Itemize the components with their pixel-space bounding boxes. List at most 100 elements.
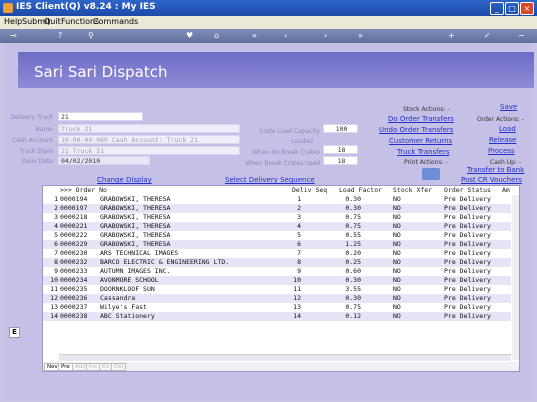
table-row[interactable]: 3 0000218 GRABOWSKI, THERESA 3 0.75 NO Pre Del… — [43, 213, 511, 222]
col-order-no[interactable]: >>> Order No — [60, 186, 107, 195]
deliv-seq-cell: 14 — [293, 312, 301, 320]
process-link[interactable]: Process — [488, 147, 515, 155]
stock-xfer-cell: NO — [393, 240, 401, 248]
row-number: 11 — [50, 285, 58, 293]
menu-quit[interactable]: Quit — [44, 17, 61, 26]
order-status-cell: Pre Delivery — [444, 276, 491, 284]
deliv-date-field[interactable]: 04/02/2010 — [58, 156, 150, 165]
when-break-crates-used-label: When Break Crates Used — [245, 160, 320, 167]
title-bar: IES Client(Q) v8.24 : My IES _ □ × — [0, 0, 537, 16]
stock-xfer-cell: NO — [393, 204, 401, 212]
table-row[interactable]: 6 0000229 GRABOWSKI, THERESA 6 1.25 NO Pre Del… — [43, 240, 511, 249]
vertical-scrollbar[interactable] — [512, 195, 519, 360]
tab-del[interactable]: Del — [111, 363, 127, 371]
printer-icon[interactable] — [422, 168, 440, 180]
save-link[interactable]: Save — [500, 103, 517, 111]
key-icon[interactable]: ⊸ — [10, 31, 17, 40]
deliv-seq-cell: 1 — [297, 195, 301, 203]
maximize-button[interactable]: □ — [505, 2, 519, 15]
truck-transfers-link[interactable]: Truck Transfers — [397, 148, 449, 156]
col-load-factor[interactable]: Load Factor — [339, 186, 382, 195]
when-no-break-crates-field[interactable]: 18 — [323, 145, 358, 154]
table-row[interactable]: 9 0000233 AUTUMN IMAGES INC. 9 0.60 NO Pre Del… — [43, 267, 511, 276]
do-order-transfers-link[interactable]: Do Order Transfers — [388, 115, 454, 123]
order-status-cell: Pre Delivery — [444, 195, 491, 203]
transfer-to-bank-link[interactable]: Transfer to Bank — [467, 166, 524, 174]
horizontal-scrollbar[interactable] — [59, 354, 511, 361]
order-no-cell: 0000235 — [60, 285, 88, 293]
col-order-status[interactable]: Order Status — [444, 186, 491, 195]
load-link[interactable]: Load — [499, 125, 516, 133]
release-link[interactable]: Release — [489, 136, 516, 144]
order-no-cell: 0000234 — [60, 276, 88, 284]
table-row[interactable]: 13 0000237 Wilye's Fast 13 0.75 NO Pre Deliver… — [43, 303, 511, 312]
close-button[interactable]: × — [520, 2, 534, 15]
menu-commands[interactable]: Commands — [93, 17, 138, 26]
col-amount[interactable]: Am — [502, 186, 510, 195]
table-row[interactable]: 1 0000194 GRABOWSKI, THERESA 1 0.30 NO Pre Del… — [43, 195, 511, 204]
order-no-cell: 0000197 — [60, 204, 88, 212]
order-status-cell: Pre Delivery — [444, 294, 491, 302]
rewind-icon[interactable]: « — [252, 31, 257, 40]
table-row[interactable]: 14 0000238 ABC Stationery 14 0.12 NO Pre Deliv… — [43, 312, 511, 321]
exit-side-button[interactable]: E — [9, 327, 20, 338]
fast-forward-icon[interactable]: » — [358, 31, 363, 40]
table-row[interactable]: 10 0000234 AVONMORE SCHOOL 10 0.30 NO Pre Deli… — [43, 276, 511, 285]
search-icon[interactable]: ⚲ — [88, 31, 94, 40]
when-break-crates-used-field[interactable]: 18 — [323, 156, 358, 165]
order-status-cell: Pre Delivery — [444, 267, 491, 275]
order-no-cell: 0000236 — [60, 294, 88, 302]
order-status-cell: Pre Delivery — [444, 213, 491, 221]
post-cr-vouchers-link[interactable]: Post CR Vouchers — [461, 176, 522, 184]
help-icon[interactable]: ? — [58, 31, 62, 40]
heart-icon[interactable]: ♥ — [186, 31, 193, 40]
cash-account-field[interactable]: 10-00-00-060 Cash Account: Truck 21 — [58, 135, 240, 144]
load-factor-cell: 0.25 — [345, 258, 361, 266]
customer-cell: GRABOWSKI, THERESA — [100, 240, 171, 248]
crate-load-capacity-field[interactable]: 100 — [323, 124, 358, 133]
customer-cell: AVONMORE SCHOOL — [100, 276, 159, 284]
table-row[interactable]: 2 0000197 GRABOWSKI, THERESA 2 0.30 NO Pre Del… — [43, 204, 511, 213]
table-row[interactable]: 11 0000235 DOORNKLOOF SUN 11 3.55 NO Pre Deliv… — [43, 285, 511, 294]
add-icon[interactable]: + — [448, 31, 455, 40]
print-actions-header: Print Actions: - — [404, 159, 448, 166]
delivery-truck-field[interactable]: 21 — [58, 112, 143, 121]
row-number: 6 — [54, 240, 58, 248]
order-no-cell: 0000194 — [60, 195, 88, 203]
table-row[interactable]: 5 0000222 GRABOWSKI, THERESA 5 0.55 NO Pre Del… — [43, 231, 511, 240]
table-row[interactable]: 4 0000221 GRABOWSKI, THERESA 4 0.75 NO Pre Del… — [43, 222, 511, 231]
forward-icon[interactable]: › — [324, 31, 327, 40]
table-row[interactable]: 12 0000236 Cassandra 12 0.30 NO Pre Delivery — [43, 294, 511, 303]
table-row[interactable]: 7 0000230 ARS TECHNICAL IMAGES 7 0.20 NO Pre D… — [43, 249, 511, 258]
main-frame: Sari Sari Dispatch Delivery Truck 21 Nam… — [0, 43, 537, 402]
delete-icon[interactable]: − — [518, 31, 525, 40]
customer-cell: Wilye's Fast — [100, 303, 147, 311]
load-factor-cell: 0.30 — [345, 276, 361, 284]
tab-ins[interactable]: Ins — [86, 363, 100, 371]
customer-cell: ABC Stationery — [100, 312, 155, 320]
stock-xfer-cell: NO — [393, 294, 401, 302]
menu-help[interactable]: Help — [4, 17, 22, 26]
customer-returns-link[interactable]: Customer Returns — [389, 137, 452, 145]
stock-xfer-cell: NO — [393, 231, 401, 239]
table-row[interactable]: 8 0000232 BARCO ELECTRIC & ENGINEERING LTD… — [43, 258, 511, 267]
col-stock-xfer[interactable]: Stock Xfer — [393, 186, 432, 195]
name-field[interactable]: Truck 21 — [58, 124, 240, 133]
change-display-link[interactable]: Change Display — [97, 176, 152, 184]
minimize-button[interactable]: _ — [490, 2, 504, 15]
back-icon[interactable]: ‹ — [284, 31, 287, 40]
undo-order-transfers-link[interactable]: Undo Order Transfers — [379, 126, 453, 134]
col-deliv-seq[interactable]: Deliv Seq — [292, 186, 327, 195]
stock-xfer-cell: NO — [393, 258, 401, 266]
order-status-cell: Pre Delivery — [444, 231, 491, 239]
page-header: Sari Sari Dispatch — [18, 52, 534, 88]
deliv-seq-cell: 9 — [297, 267, 301, 275]
customer-cell: GRABOWSKI, THERESA — [100, 231, 171, 239]
home-icon[interactable]: ⌂ — [214, 31, 219, 40]
select-delivery-sequence-link[interactable]: Select Delivery Sequence — [225, 176, 315, 184]
tab-pre[interactable]: Pre — [58, 363, 73, 371]
customer-cell: GRABOWSKI, THERESA — [100, 204, 171, 212]
truck-store-field[interactable]: 21 Truck 21 — [58, 146, 240, 155]
check-icon[interactable]: ✓ — [484, 31, 491, 40]
loaded-label: Loaded — [291, 138, 313, 145]
